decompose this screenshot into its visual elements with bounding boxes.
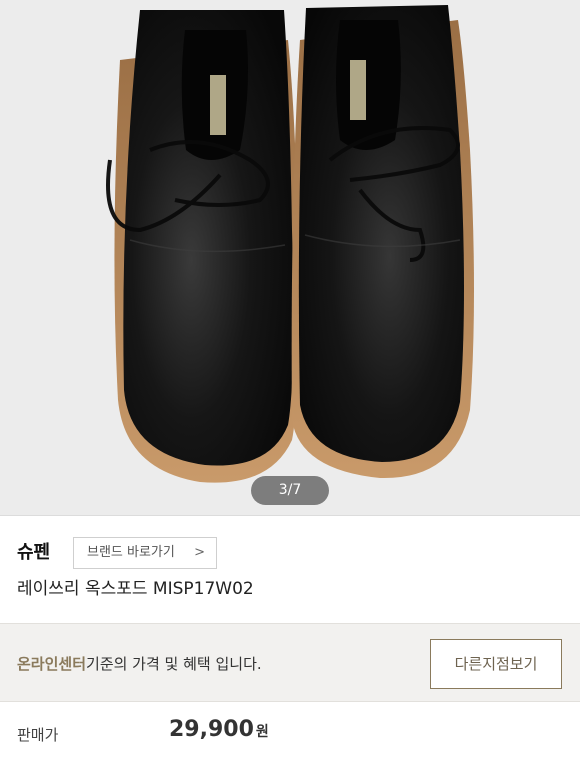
other-store-button[interactable]: 다른지점보기: [430, 639, 562, 689]
price-label: 판매가: [17, 726, 59, 744]
product-name: 레이쓰리 옥스포드 MISP17W02: [17, 579, 254, 599]
product-photo: [106, 5, 474, 483]
chevron-right-icon: >: [194, 545, 205, 560]
product-image-gallery[interactable]: 3/7: [0, 0, 580, 515]
price-amount: 29,900: [169, 717, 254, 742]
notice-text: 온라인센터기준의 가격 및 혜택 입니다.: [17, 653, 262, 674]
notice-accent-text: 온라인센터: [17, 655, 87, 673]
price-row: 판매가 29,900 원: [0, 702, 580, 771]
price-notice-banner: 온라인센터기준의 가격 및 혜택 입니다. 다른지점보기: [0, 623, 580, 702]
product-info: 슈펜 브랜드 바로가기 > 레이쓰리 옥스포드 MISP17W02: [0, 515, 580, 623]
price-value: 29,900 원: [169, 717, 269, 742]
brand-name: 슈펜: [17, 542, 51, 563]
image-pager-indicator: 3/7: [251, 476, 329, 505]
price-unit: 원: [255, 724, 269, 740]
brand-link-label: 브랜드 바로가기: [87, 545, 175, 560]
notice-body-text: 기준의 가격 및 혜택 입니다.: [86, 655, 262, 673]
brand-link-button[interactable]: 브랜드 바로가기 >: [73, 537, 217, 569]
